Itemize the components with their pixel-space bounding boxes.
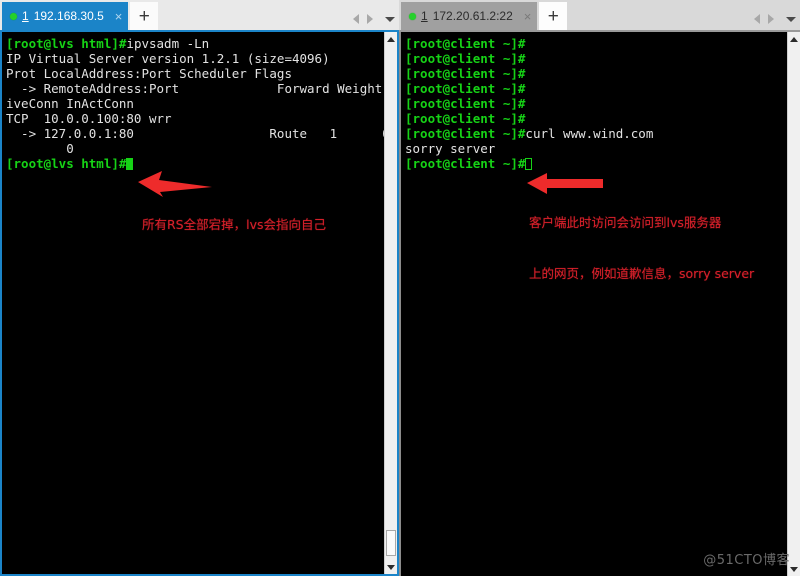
right-terminal-frame: [root@client ~]# [root@client ~]# [root@cl… [399, 32, 800, 576]
left-tab-nav-controls [353, 14, 395, 24]
right-terminal-pane: 1 172.20.61.2:22 × + [root@client ~]# [ro… [399, 0, 800, 576]
left-scrollbar[interactable] [384, 32, 397, 574]
shell-prompt: [root@client ~]# [405, 156, 526, 171]
close-icon[interactable]: × [518, 10, 532, 23]
scroll-tabs-right-icon[interactable] [768, 14, 774, 24]
scroll-tabs-left-icon[interactable] [754, 14, 760, 24]
shell-prompt: [root@client ~]# [405, 36, 526, 51]
scroll-tabs-left-icon[interactable] [353, 14, 359, 24]
terminal-text: curl www.wind.com [525, 126, 654, 141]
right-annotation-block: 客户端此时访问会访问到lvs服务器 上的网页，例如道歉信息，sorry serv… [529, 180, 754, 316]
shell-prompt: [root@client ~]# [405, 66, 526, 81]
tab-index-label: 1 [22, 9, 29, 23]
terminal-cursor [525, 158, 533, 170]
terminal-line: [root@client ~]#curl www.wind.com [405, 126, 787, 141]
terminal-line: 0 [6, 141, 384, 156]
right-tab-nav-controls [754, 14, 796, 24]
tab-172-20-61-2[interactable]: 1 172.20.61.2:22 × [401, 2, 538, 30]
left-annotation-text: 所有RS全部宕掉，lvs会指向自己 [142, 217, 327, 232]
terminal-line: -> 127.0.0.1:80 Route 1 0 [6, 126, 384, 141]
chevron-down-icon[interactable] [786, 16, 796, 22]
terminal-text: -> 127.0.0.1:80 Route 1 0 [6, 126, 384, 141]
left-terminal-frame: [root@lvs html]#ipvsadm -Ln IP Virtual Se… [0, 32, 399, 576]
terminal-line: [root@client ~]# [405, 81, 787, 96]
terminal-text: 0 [6, 141, 74, 156]
watermark-label: @51CTO博客 [703, 553, 790, 568]
shell-prompt: [root@client ~]# [405, 126, 526, 141]
tab-index-label: 1 [421, 9, 428, 23]
terminal-text: iveConn InActConn [6, 96, 134, 111]
terminal-line: Prot LocalAddress:Port Scheduler Flags [6, 66, 384, 81]
tab-title-label: 192.168.30.5 [33, 9, 104, 23]
left-scrollbar-thumb[interactable] [386, 530, 396, 556]
terminal-app-window: 1 192.168.30.5 × + [root@lvs html]#ipvsa… [0, 0, 800, 576]
terminal-line: [root@client ~]# [405, 51, 787, 66]
shell-prompt: [root@lvs html]# [6, 36, 127, 51]
shell-prompt: [root@lvs html]# [6, 156, 127, 171]
scroll-tabs-right-icon[interactable] [367, 14, 373, 24]
terminal-line: [root@client ~]# [405, 66, 787, 81]
new-tab-button[interactable]: + [130, 2, 159, 30]
scroll-down-button[interactable] [385, 560, 397, 574]
left-terminal-output[interactable]: [root@lvs html]#ipvsadm -Ln IP Virtual Se… [2, 32, 384, 574]
caret-up-icon [387, 36, 395, 42]
chevron-down-icon[interactable] [385, 16, 395, 22]
terminal-line: TCP 10.0.0.100:80 wrr [6, 111, 384, 126]
terminal-cursor [126, 158, 134, 170]
shell-prompt: [root@client ~]# [405, 111, 526, 126]
connection-status-dot-icon [409, 12, 416, 20]
scroll-up-button[interactable] [385, 32, 397, 46]
right-red-arrow-icon [525, 172, 605, 196]
terminal-text: IP Virtual Server version 1.2.1 (size=40… [6, 51, 330, 66]
tab-192-168-30-5[interactable]: 1 192.168.30.5 × [2, 2, 129, 30]
terminal-line: [root@lvs html]#ipvsadm -Ln [6, 36, 384, 51]
terminal-line: -> RemoteAddress:Port Forward Weight Act [6, 81, 384, 96]
terminal-line: iveConn InActConn [6, 96, 384, 111]
terminal-text: TCP 10.0.0.100:80 wrr [6, 111, 172, 126]
terminal-line: [root@client ~]# [405, 36, 787, 51]
terminal-text: ipvsadm -Ln [126, 36, 210, 51]
terminal-line: IP Virtual Server version 1.2.1 (size=40… [6, 51, 384, 66]
right-annotation-line-1: 客户端此时访问会访问到lvs服务器 [529, 215, 722, 230]
caret-down-icon [387, 564, 395, 570]
connection-status-dot-icon [10, 12, 17, 20]
shell-prompt: [root@client ~]# [405, 51, 526, 66]
terminal-line: [root@client ~]# [405, 111, 787, 126]
shell-prompt: [root@client ~]# [405, 81, 526, 96]
caret-down-icon [790, 566, 798, 572]
terminal-line: [root@client ~]# [405, 96, 787, 111]
caret-up-icon [790, 36, 798, 42]
right-annotation-line-2: 上的网页，例如道歉信息，sorry server [529, 266, 755, 281]
left-terminal-pane: 1 192.168.30.5 × + [root@lvs html]#ipvsa… [0, 0, 399, 576]
tab-title-label: 172.20.61.2:22 [432, 9, 513, 23]
scroll-up-button[interactable] [788, 32, 800, 46]
left-red-arrow-icon [136, 168, 214, 198]
shell-prompt: [root@client ~]# [405, 96, 526, 111]
right-tab-bar: 1 172.20.61.2:22 × + [399, 0, 800, 32]
terminal-text: -> RemoteAddress:Port Forward Weight Act [6, 81, 384, 96]
close-icon[interactable]: × [109, 10, 123, 23]
terminal-text: sorry server [405, 141, 496, 156]
left-tab-bar: 1 192.168.30.5 × + [0, 0, 399, 32]
new-tab-button[interactable]: + [539, 2, 568, 30]
terminal-line: sorry server [405, 141, 787, 156]
terminal-line: [root@client ~]# [405, 156, 787, 171]
right-scrollbar[interactable] [787, 32, 800, 576]
terminal-text: Prot LocalAddress:Port Scheduler Flags [6, 66, 292, 81]
